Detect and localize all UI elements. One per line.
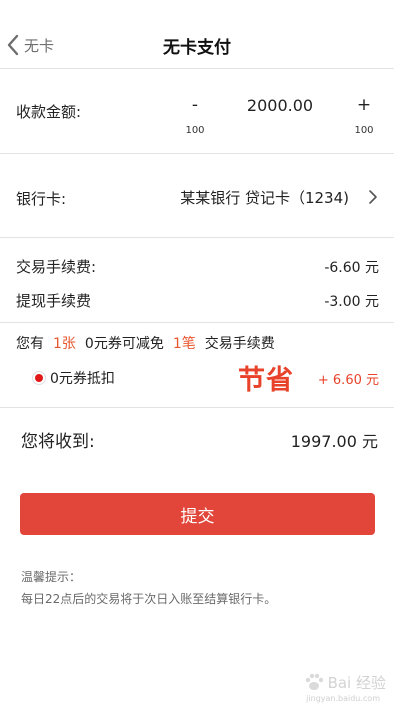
receive-label: 您将收到: — [21, 432, 95, 452]
amount-value[interactable]: 2000.00 — [210, 96, 350, 115]
submit-button[interactable]: 提交 — [20, 493, 375, 535]
coupon-count: 1张 — [53, 336, 76, 352]
watermark-text: Bai 经验 — [327, 673, 386, 692]
decrease-step-label: 100 — [185, 125, 205, 136]
page-title: 无卡支付 — [163, 38, 231, 58]
watermark-url: jingyan.baidu.com — [306, 694, 380, 703]
transaction-fee-label: 交易手续费: — [16, 258, 97, 276]
coupon-times: 1笔 — [172, 336, 196, 352]
tips-text: 每日22点后的交易将于次日入账至结算银行卡。 — [21, 592, 277, 606]
coupon-info: 您有 1张 0元券可减免 1笔 交易手续费 — [16, 333, 275, 353]
coupon-middle: 0元券可减免 — [84, 336, 164, 352]
chevron-right-icon[interactable] — [368, 189, 378, 209]
withdraw-fee-value: -3.00 元 — [324, 294, 379, 310]
tips-title: 温馨提示： — [21, 570, 82, 584]
bank-card-value[interactable]: 某某银行 贷记卡（1234) — [180, 187, 349, 208]
savings-annotation: 节省 — [238, 365, 294, 396]
coupon-suffix: 交易手续费 — [204, 336, 275, 352]
amount-divider — [0, 153, 394, 154]
withdraw-fee-label: 提现手续费 — [16, 292, 92, 310]
fees-divider — [0, 322, 394, 323]
transaction-fee-value: -6.60 元 — [324, 260, 379, 276]
coupon-radio[interactable] — [32, 371, 46, 385]
paw-icon — [305, 673, 323, 690]
coupon-saving-value: + 6.60 元 — [317, 373, 379, 388]
receive-value: 1997.00 元 — [290, 432, 378, 451]
coupon-divider — [0, 407, 394, 408]
increase-amount-button[interactable]: + — [349, 95, 379, 115]
nav-divider — [0, 68, 394, 69]
bank-card-label: 银行卡: — [16, 190, 67, 208]
coupon-option-label[interactable]: 0元券抵扣 — [50, 368, 115, 388]
coupon-prefix: 您有 — [16, 336, 44, 352]
increase-step-label: 100 — [354, 125, 374, 136]
bank-divider — [0, 237, 394, 238]
baidu-watermark: Bai 经验 — [303, 671, 386, 693]
decrease-amount-button[interactable]: - — [180, 95, 210, 115]
radio-selected-dot — [35, 374, 43, 382]
amount-label: 收款金额: — [16, 103, 82, 121]
